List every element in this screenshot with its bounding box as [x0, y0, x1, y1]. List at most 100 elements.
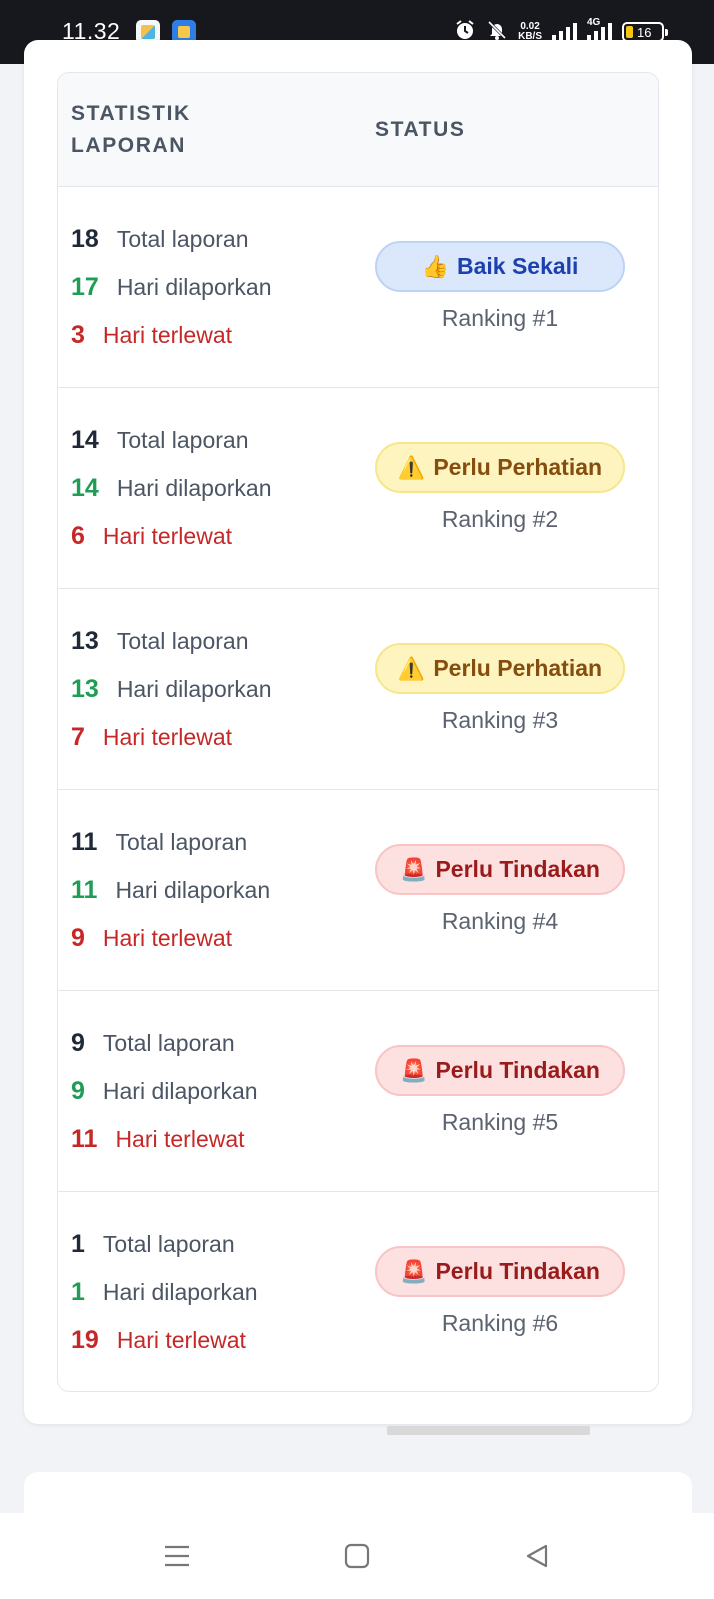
total-count: 18 [71, 225, 99, 253]
reported-count: 13 [71, 675, 99, 703]
total-label: Total laporan [102, 1030, 235, 1056]
navigation-bar [0, 1513, 714, 1599]
reported-label: Hari dilaporkan [102, 1279, 258, 1305]
hari-terlewat: 6 Hari terlewat [71, 522, 232, 551]
header-statistik: STATISTIK LAPORAN [71, 102, 191, 157]
hari-terlewat: 7 Hari terlewat [71, 723, 232, 752]
missed-label: Hari terlewat [115, 1126, 245, 1152]
missed-count: 7 [71, 723, 85, 751]
reported-count: 11 [71, 876, 98, 904]
horizontal-scrollbar[interactable] [387, 1426, 590, 1435]
table-header: STATISTIK LAPORAN STATUS [58, 73, 658, 187]
table-row: 11 Total laporan 11 Hari dilaporkan 9 Ha… [58, 790, 658, 991]
menu-icon[interactable] [157, 1536, 197, 1576]
reported-count: 14 [71, 474, 99, 502]
home-square-icon[interactable] [337, 1536, 377, 1576]
missed-count: 6 [71, 522, 85, 550]
header-status: STATUS [375, 118, 466, 141]
report-table[interactable]: STATISTIK LAPORAN STATUS 18 Total lapora… [57, 72, 659, 1392]
total-count: 11 [71, 828, 98, 856]
status-label: Perlu Tindakan [435, 1258, 600, 1284]
table-row: 18 Total laporan 17 Hari dilaporkan 3 Ha… [58, 187, 658, 388]
status-badge: ⚠️ Perlu Perhatian [375, 643, 625, 694]
battery-icon: 16 [622, 22, 668, 42]
missed-count: 9 [71, 924, 85, 952]
reported-count: 9 [71, 1077, 85, 1105]
ranking-text: Ranking #1 [441, 305, 559, 331]
status-label: Perlu Perhatian [433, 655, 603, 681]
hari-dilaporkan: 1 Hari dilaporkan [71, 1278, 258, 1307]
battery-percent: 16 [637, 24, 652, 40]
missed-label: Hari terlewat [102, 322, 233, 348]
total-label: Total laporan [116, 427, 249, 453]
missed-label: Hari terlewat [116, 1327, 246, 1353]
ranking-text: Ranking #2 [441, 506, 559, 532]
status-badge: ⚠️ Perlu Perhatian [375, 442, 625, 493]
missed-label: Hari terlewat [102, 724, 233, 750]
reported-label: Hari dilaporkan [115, 877, 271, 903]
hari-terlewat: 19 Hari terlewat [71, 1326, 246, 1355]
status-emoji-icon: 🚨 [400, 1258, 428, 1284]
status-label: Perlu Tindakan [435, 856, 600, 882]
table-body: 18 Total laporan 17 Hari dilaporkan 3 Ha… [58, 187, 658, 1391]
status-emoji-icon: 👍 [421, 253, 449, 279]
reported-label: Hari dilaporkan [102, 1078, 258, 1104]
total-label: Total laporan [116, 226, 249, 252]
network-type: 4G [587, 17, 601, 28]
missed-count: 19 [71, 1326, 99, 1354]
status-emoji-icon: 🚨 [400, 1057, 428, 1083]
total-count: 13 [71, 627, 99, 655]
total-count: 1 [71, 1230, 85, 1258]
hari-dilaporkan: 17 Hari dilaporkan [71, 273, 272, 302]
status-emoji-icon: ⚠️ [397, 655, 426, 681]
total-laporan: 14 Total laporan [71, 426, 249, 455]
ranking-text: Ranking #4 [441, 908, 559, 934]
total-label: Total laporan [115, 829, 248, 855]
back-triangle-icon[interactable] [517, 1536, 557, 1576]
hari-dilaporkan: 13 Hari dilaporkan [71, 675, 272, 704]
status-badge: 🚨 Perlu Tindakan [375, 1045, 625, 1096]
status-label: Baik Sekali [456, 253, 579, 279]
reported-label: Hari dilaporkan [116, 274, 272, 300]
total-laporan: 1 Total laporan [71, 1230, 235, 1259]
status-emoji-icon: 🚨 [400, 856, 428, 882]
total-count: 9 [71, 1029, 85, 1057]
table-row: 1 Total laporan 1 Hari dilaporkan 19 Har… [58, 1192, 658, 1391]
missed-count: 3 [71, 321, 85, 349]
ranking-text: Ranking #6 [441, 1310, 559, 1336]
net-speed: 0.02 KB/S [518, 22, 542, 42]
total-laporan: 9 Total laporan [71, 1029, 235, 1058]
status-label: Perlu Perhatian [433, 454, 603, 480]
total-laporan: 11 Total laporan [71, 828, 247, 857]
table-row: 13 Total laporan 13 Hari dilaporkan 7 Ha… [58, 589, 658, 790]
table-row: 14 Total laporan 14 Hari dilaporkan 6 Ha… [58, 388, 658, 589]
status-badge: 🚨 Perlu Tindakan [375, 1246, 625, 1297]
reported-label: Hari dilaporkan [116, 676, 272, 702]
reported-count: 1 [71, 1278, 85, 1306]
report-card: STATISTIK LAPORAN STATUS 18 Total lapora… [24, 40, 692, 1435]
hari-terlewat: 9 Hari terlewat [71, 924, 232, 953]
status-emoji-icon: ⚠️ [397, 454, 426, 480]
table-row: 9 Total laporan 9 Hari dilaporkan 11 Har… [58, 991, 658, 1192]
hari-terlewat: 3 Hari terlewat [71, 321, 232, 350]
status-badge: 👍 Baik Sekali [375, 241, 625, 292]
status-label: Perlu Tindakan [435, 1057, 600, 1083]
total-label: Total laporan [116, 628, 249, 654]
missed-label: Hari terlewat [102, 523, 233, 549]
hari-dilaporkan: 11 Hari dilaporkan [71, 876, 270, 905]
total-label: Total laporan [102, 1231, 235, 1257]
hari-dilaporkan: 14 Hari dilaporkan [71, 474, 272, 503]
ranking-text: Ranking #5 [441, 1109, 559, 1135]
total-count: 14 [71, 426, 99, 454]
hari-dilaporkan: 9 Hari dilaporkan [71, 1077, 258, 1106]
total-laporan: 13 Total laporan [71, 627, 249, 656]
missed-label: Hari terlewat [102, 925, 233, 951]
battery-level [626, 26, 633, 38]
reported-count: 17 [71, 273, 99, 301]
total-laporan: 18 Total laporan [71, 225, 249, 254]
signal-4g-icon: 4G [587, 17, 612, 41]
missed-count: 11 [71, 1125, 98, 1153]
status-badge: 🚨 Perlu Tindakan [375, 844, 625, 895]
ranking-text: Ranking #3 [441, 707, 559, 733]
reported-label: Hari dilaporkan [116, 475, 272, 501]
